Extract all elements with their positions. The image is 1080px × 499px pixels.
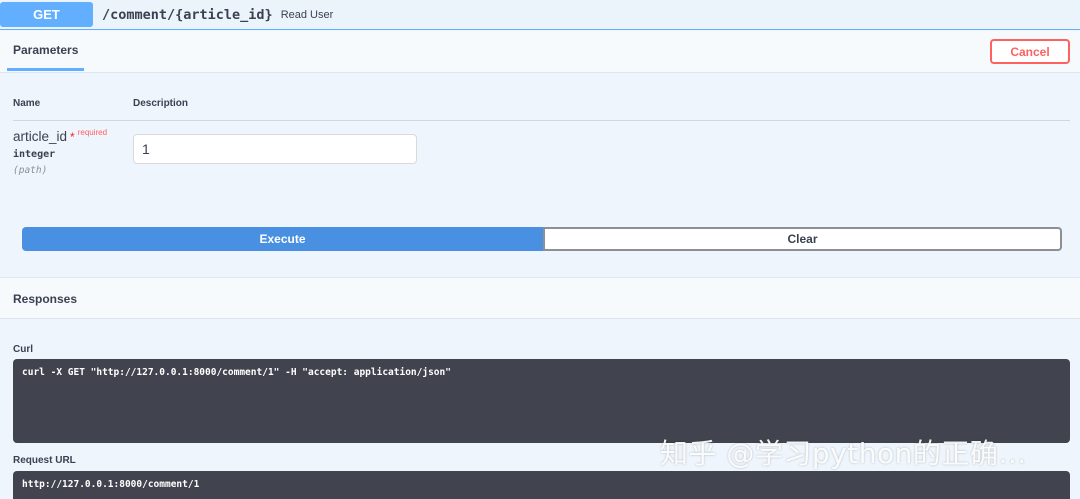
- request-url-block[interactable]: http://127.0.0.1:8000/comment/1: [13, 471, 1070, 499]
- curl-command-block[interactable]: curl -X GET "http://127.0.0.1:8000/comme…: [13, 359, 1070, 443]
- param-name: article_id * required: [13, 128, 107, 144]
- responses-header: Responses: [0, 277, 1080, 319]
- method-badge: GET: [0, 2, 93, 27]
- param-location: (path): [13, 165, 48, 176]
- request-url-label: Request URL: [13, 455, 76, 466]
- column-header-name: Name: [13, 98, 41, 109]
- responses-title: Responses: [13, 292, 78, 306]
- required-star: *: [70, 130, 75, 144]
- watermark: 知乎 @学习python的正确…: [660, 437, 1027, 470]
- param-type: integer: [13, 149, 56, 160]
- operation-path: /comment/{article_id}: [102, 6, 273, 23]
- clear-button[interactable]: Clear: [543, 227, 1062, 251]
- tab-parameters[interactable]: Parameters: [7, 31, 84, 71]
- execute-button[interactable]: Execute: [22, 227, 543, 251]
- required-label: required: [77, 128, 108, 137]
- table-divider: [13, 120, 1070, 121]
- column-header-description: Description: [133, 98, 189, 109]
- curl-label: Curl: [13, 344, 33, 355]
- article-id-input[interactable]: [133, 134, 417, 164]
- param-name-label: article_id: [13, 129, 68, 144]
- execute-clear-row: Execute Clear: [22, 227, 1062, 251]
- parameters-header: Parameters Cancel: [0, 31, 1080, 73]
- operation-summary: Read User: [280, 8, 334, 21]
- operation-header[interactable]: GET /comment/{article_id} Read User: [0, 0, 1080, 30]
- cancel-button[interactable]: Cancel: [990, 39, 1070, 64]
